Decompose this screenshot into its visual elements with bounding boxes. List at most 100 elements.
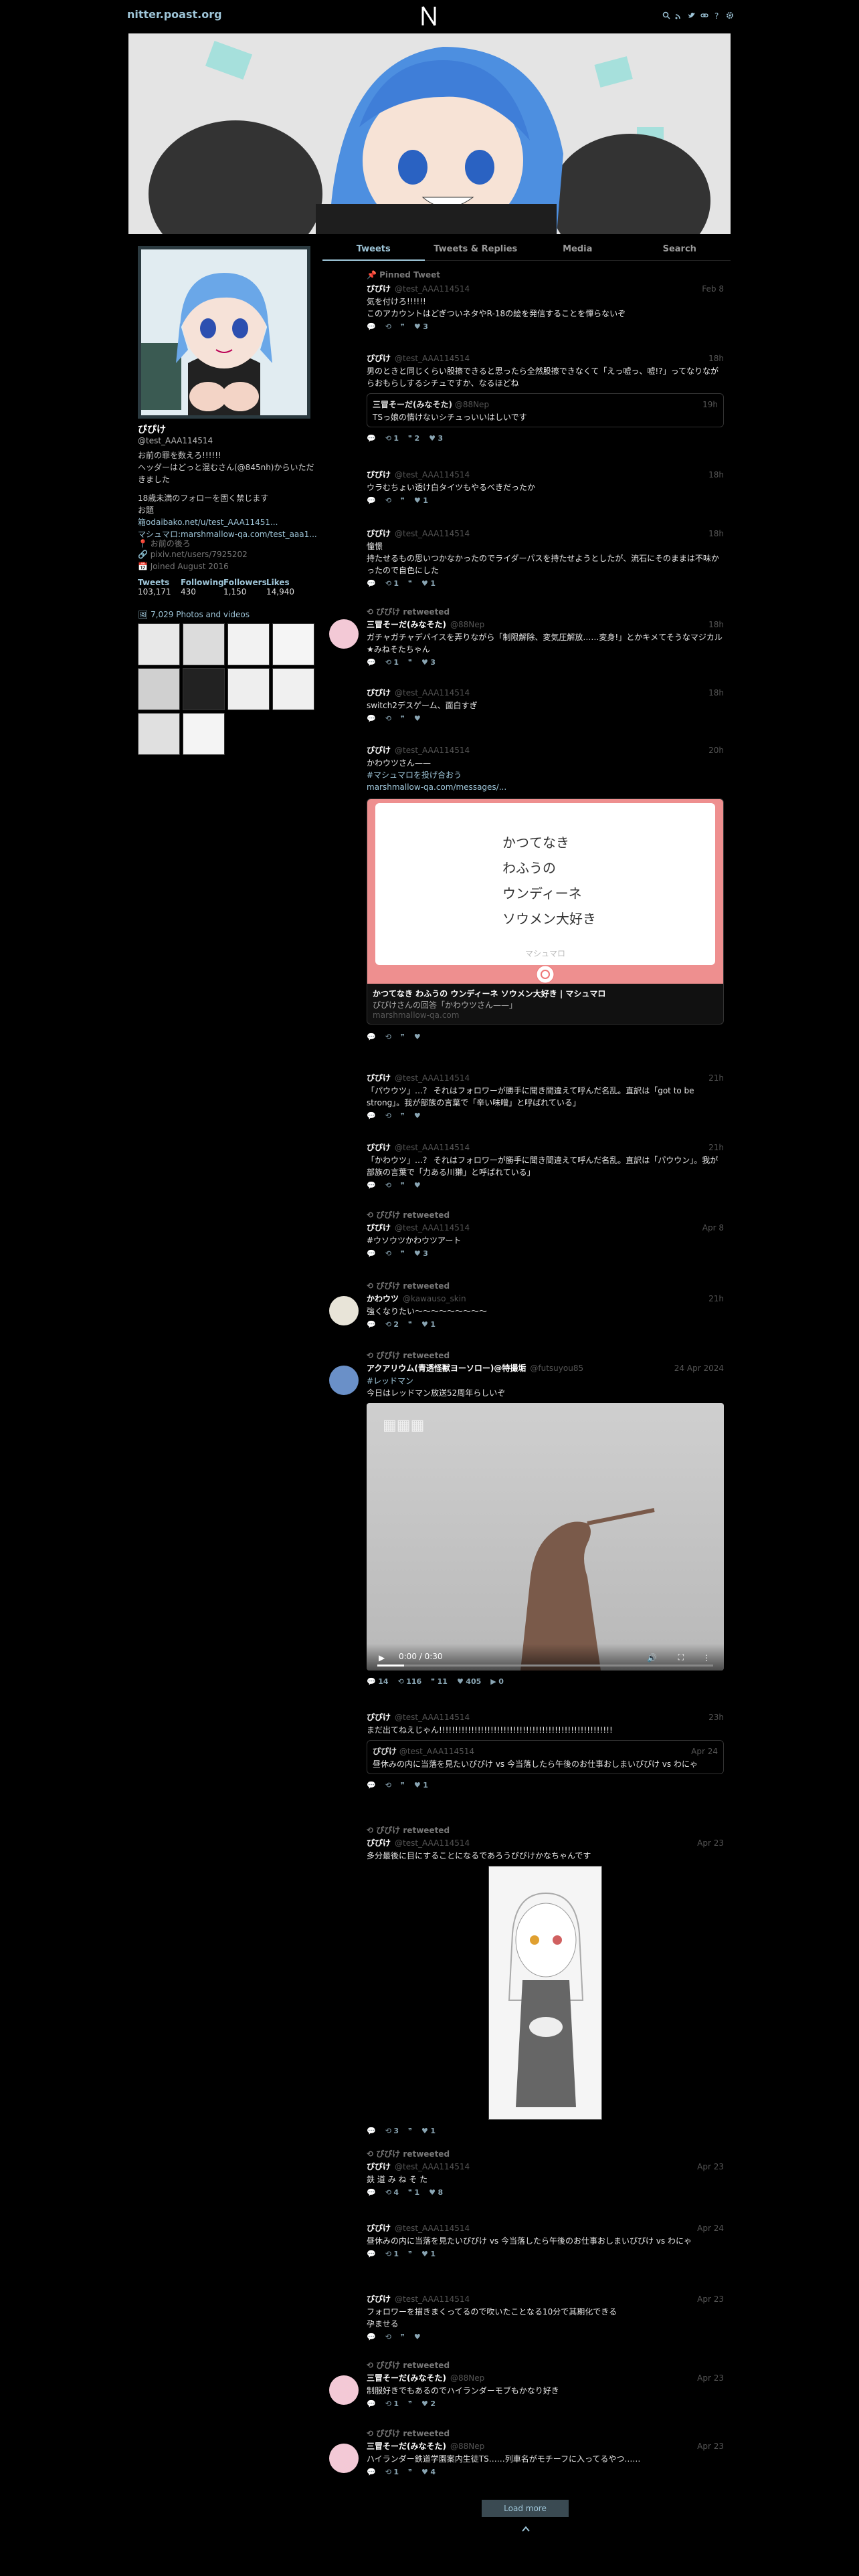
quote-icon[interactable]: ❞ 11 — [431, 1675, 448, 1689]
gear-icon[interactable] — [726, 9, 734, 19]
reply-icon[interactable]: 💬 — [367, 1778, 376, 1793]
media-thumb[interactable] — [272, 668, 314, 710]
tweet-name[interactable]: ぴぴけ — [367, 1713, 391, 1722]
search-icon[interactable] — [662, 9, 670, 19]
tweet-handle[interactable]: @88Nep — [450, 620, 484, 629]
quote-icon[interactable]: ❞ — [408, 655, 412, 670]
like-icon[interactable]: ♥ — [414, 2330, 421, 2345]
retweet-icon[interactable]: ⟲ 1 — [385, 431, 399, 446]
media-thumb[interactable] — [272, 623, 314, 665]
tweet-name[interactable]: ぴぴけ — [367, 1143, 391, 1152]
load-more-button[interactable]: Load more — [482, 2500, 569, 2517]
reply-icon[interactable]: 💬 — [367, 1178, 376, 1193]
retweet-icon[interactable]: ⟲ — [385, 494, 391, 508]
like-icon[interactable]: ♥ 3 — [429, 431, 443, 446]
like-icon[interactable]: ♥ 3 — [414, 320, 428, 334]
media-thumb[interactable] — [183, 713, 225, 755]
twitter-icon[interactable] — [688, 9, 696, 18]
tweet-date[interactable]: 20h — [708, 744, 724, 757]
tab-search[interactable]: Search — [628, 238, 731, 261]
tweet-date[interactable]: 18h — [708, 686, 724, 700]
video-progress[interactable] — [377, 1665, 713, 1667]
tweet-name[interactable]: 三冒そーだ(みなそた) — [367, 2442, 446, 2451]
tweet-handle[interactable]: @futsuyou85 — [530, 1364, 583, 1373]
reply-icon[interactable]: 💬 — [367, 2247, 376, 2262]
media-thumb[interactable] — [138, 668, 180, 710]
tweet-name[interactable]: 三冒そーだ(みなそた) — [367, 2373, 446, 2383]
retweet-icon[interactable]: ⟲ 1 — [385, 576, 399, 591]
quote-tweet[interactable]: 三冒そーだ(みなそた) @88Nep 19h TSっ娘の情けないシチュっいいはしい… — [367, 393, 724, 427]
tweet-name[interactable]: ぴぴけ — [367, 2294, 391, 2304]
tweet-date[interactable]: Apr 8 — [702, 1221, 724, 1235]
tweet-handle[interactable]: @test_AAA114514 — [395, 2162, 470, 2171]
tweet-name[interactable]: ぴぴけ — [367, 354, 391, 363]
retweet-icon[interactable]: ⟲ 1 — [385, 2397, 399, 2411]
website-text[interactable]: pixiv.net/users/7925202 — [151, 550, 248, 559]
profile-banner[interactable] — [128, 33, 731, 234]
media-thumb[interactable] — [138, 713, 180, 755]
quote-icon[interactable]: ❞ — [401, 1247, 405, 1261]
tweet-date[interactable]: Feb 8 — [702, 282, 724, 296]
reply-icon[interactable]: 💬 — [367, 655, 376, 670]
help-icon[interactable]: ? — [713, 9, 721, 21]
tweet-date[interactable]: Apr 23 — [697, 1836, 724, 1850]
tweet-name[interactable]: ぴぴけ — [367, 688, 391, 697]
tweet-date[interactable]: 24 Apr 2024 — [674, 1362, 724, 1375]
reply-icon[interactable]: 💬 — [367, 2124, 376, 2139]
tweet-name[interactable]: ぴぴけ — [367, 746, 391, 755]
quote-icon[interactable]: ❞ — [401, 1030, 405, 1045]
retweet-icon[interactable]: ⟲ — [385, 1030, 391, 1045]
stat-likes[interactable]: Likes 14,940 — [266, 578, 309, 597]
hashtag-link[interactable]: #ウソウツかわウツアート — [367, 1235, 724, 1247]
tweet-date[interactable]: 21h — [708, 1071, 724, 1085]
tweet-handle[interactable]: @test_AAA114514 — [395, 2224, 470, 2233]
media-thumb[interactable] — [138, 623, 180, 665]
tweet-handle[interactable]: @test_AAA114514 — [395, 2294, 470, 2304]
tweet-handle[interactable]: @test_AAA114514 — [395, 746, 470, 755]
tweet-date[interactable]: Apr 24 — [697, 2222, 724, 2235]
video-player[interactable]: ▦▦▦ ▶ 0:00 / 0:30 🔊 ⛶ ⋮ — [367, 1403, 724, 1671]
quote-icon[interactable]: ❞ 1 — [408, 2185, 419, 2200]
retweet-icon[interactable]: ⟲ 116 — [398, 1675, 422, 1689]
reply-icon[interactable]: 💬 — [367, 1109, 376, 1123]
retweet-icon[interactable]: ⟲ 1 — [385, 655, 399, 670]
quote-icon[interactable]: ❞ — [408, 2247, 412, 2262]
tweet-name[interactable]: ぴぴけ — [367, 529, 391, 538]
like-icon[interactable]: ♥ — [414, 1030, 421, 1045]
reply-icon[interactable]: 💬 — [367, 1317, 376, 1332]
tweet-date[interactable]: 18h — [708, 618, 724, 631]
reply-icon[interactable]: 💬 — [367, 431, 376, 446]
views-icon[interactable]: ▶ 0 — [490, 1675, 504, 1689]
photos-text[interactable]: 7,029 Photos and videos — [151, 610, 250, 619]
photos-videos-link[interactable]: 🖼 7,029 Photos and videos — [138, 610, 250, 619]
hashtag-link[interactable]: #レッドマン — [367, 1375, 724, 1387]
quote-icon[interactable]: ❞ — [401, 1178, 405, 1193]
like-icon[interactable]: ♥ — [414, 1178, 421, 1193]
reply-icon[interactable]: 💬 — [367, 494, 376, 508]
tweet-handle[interactable]: @88Nep — [450, 2442, 484, 2451]
tweet-avatar[interactable] — [329, 2375, 359, 2405]
quote-icon[interactable]: ❞ 2 — [408, 431, 419, 446]
tweet-handle[interactable]: @test_AAA114514 — [395, 1713, 470, 1722]
retweet-icon[interactable]: ⟲ — [385, 320, 391, 334]
quote-icon[interactable]: ❞ — [408, 576, 412, 591]
tweet-handle[interactable]: @test_AAA114514 — [395, 1143, 470, 1152]
retweet-icon[interactable]: ⟲ — [385, 712, 391, 726]
profile-username[interactable]: @test_AAA114514 — [138, 436, 213, 445]
tab-tweets[interactable]: Tweets — [322, 238, 425, 261]
tweet-date[interactable]: 21h — [708, 1292, 724, 1305]
tweet-name[interactable]: ぴぴけ — [367, 1073, 391, 1083]
profile-website[interactable]: 🔗 pixiv.net/users/7925202 — [138, 550, 248, 559]
tweet-name[interactable]: ぴぴけ — [367, 1838, 391, 1848]
tweet-name[interactable]: ぴぴけ — [367, 2224, 391, 2233]
like-icon[interactable]: ♥ 8 — [429, 2185, 443, 2200]
tweet-handle[interactable]: @test_AAA114514 — [395, 284, 470, 294]
link-icon[interactable] — [700, 9, 708, 17]
tweet-name[interactable]: 三冒そーだ(みなそた) — [367, 620, 446, 629]
more-icon[interactable]: ⋮ — [702, 1653, 710, 1662]
quote-icon[interactable]: ❞ — [401, 712, 405, 726]
tweet-handle[interactable]: @88Nep — [450, 2373, 484, 2383]
tweet-date[interactable]: 21h — [708, 1141, 724, 1154]
reply-icon[interactable]: 💬 — [367, 2397, 376, 2411]
like-icon[interactable]: ♥ 1 — [421, 2124, 436, 2139]
